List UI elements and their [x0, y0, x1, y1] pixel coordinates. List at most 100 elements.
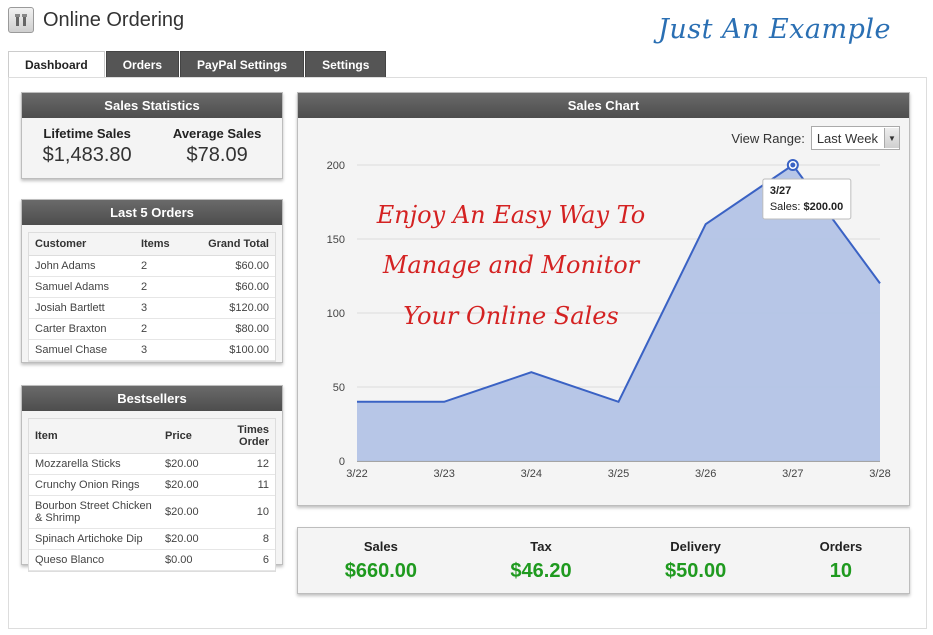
- table-row[interactable]: Queso Blanco $0.00 6: [29, 549, 275, 571]
- tooltip-value: Sales: $200.00: [770, 201, 843, 213]
- cell-item: Spinach Artichoke Dip: [29, 528, 159, 550]
- overlay-line: Manage and Monitor: [382, 251, 641, 279]
- y-tick-label: 50: [333, 382, 345, 394]
- table-row[interactable]: Josiah Bartlett 3 $120.00: [29, 297, 275, 319]
- sales-chart: 0 50 100 150 200 3/22 3/23 3/24 3/25 3/26 3/27 3/2…: [327, 159, 891, 480]
- cell-times: 11: [204, 474, 275, 496]
- y-tick-label: 100: [327, 308, 345, 320]
- cell-item: Bourbon Street Chicken & Shrimp: [29, 495, 159, 529]
- total-label: Delivery: [670, 539, 721, 554]
- table-row[interactable]: Carter Braxton 2 $80.00: [29, 318, 275, 340]
- x-tick-label: 3/22: [346, 468, 367, 480]
- table-row[interactable]: Spinach Artichoke Dip $20.00 8: [29, 528, 275, 550]
- x-tick-label: 3/23: [433, 468, 454, 480]
- total-value: $660.00: [344, 560, 417, 582]
- cell-customer: John Adams: [29, 255, 135, 277]
- table-row[interactable]: Bourbon Street Chicken & Shrimp $20.00 10: [29, 495, 275, 529]
- tab-settings[interactable]: Settings: [305, 51, 387, 79]
- table-row[interactable]: Samuel Adams 2 $60.00: [29, 276, 275, 298]
- cell-total: $100.00: [185, 339, 275, 361]
- cell-times: 12: [204, 453, 275, 475]
- cell-price: $20.00: [159, 528, 205, 550]
- cell-total: $60.00: [185, 276, 275, 298]
- cell-item: Queso Blanco: [29, 549, 159, 571]
- stat-value: $78.09: [186, 144, 248, 166]
- sales-total: Sales $660.00: [345, 539, 417, 583]
- total-label: Tax: [530, 539, 552, 554]
- page-title: Online Ordering: [43, 8, 185, 31]
- total-value: 10: [829, 560, 853, 582]
- x-tick-label: 3/25: [608, 468, 629, 480]
- delivery-total: Delivery $50.00: [665, 539, 726, 583]
- bestsellers-table: Item Price Times Order Mozzarella Sticks…: [29, 419, 275, 571]
- y-tick-label: 200: [327, 160, 345, 172]
- y-tick-label: 0: [339, 456, 345, 468]
- total-label: Orders: [819, 539, 863, 554]
- cell-price: $20.00: [159, 474, 205, 496]
- cell-customer: Samuel Chase: [29, 339, 135, 361]
- y-tick-label: 150: [327, 234, 345, 246]
- tab-bar: Dashboard Orders PayPal Settings Setting…: [8, 51, 387, 80]
- tooltip-amount: $200.00: [803, 201, 843, 213]
- table-row[interactable]: John Adams 2 $60.00: [29, 255, 275, 277]
- table-row[interactable]: Mozzarella Sticks $20.00 12: [29, 453, 275, 475]
- panel-title: Last 5 Orders: [22, 200, 282, 225]
- lifetime-sales-stat: Lifetime Sales $1,483.80: [43, 126, 132, 167]
- cell-items: 2: [134, 318, 186, 340]
- x-tick-label: 3/28: [869, 468, 890, 480]
- table-row[interactable]: Samuel Chase 3 $100.00: [29, 339, 275, 361]
- last-orders-panel: Last 5 Orders Customer Items Grand Total…: [21, 199, 283, 363]
- overlay-line: Your Online Sales: [403, 302, 618, 330]
- tooltip-date: 3/27: [770, 185, 791, 197]
- cell-times: 10: [204, 495, 275, 529]
- cell-total: $80.00: [185, 318, 275, 340]
- cell-times: 6: [204, 549, 275, 571]
- stat-label: Lifetime Sales: [43, 126, 131, 141]
- x-tick-label: 3/26: [695, 468, 716, 480]
- orders-table: Customer Items Grand Total John Adams 2 $6…: [29, 233, 275, 361]
- table-row[interactable]: Crunchy Onion Rings $20.00 11: [29, 474, 275, 496]
- overlay-line: Enjoy An Easy Way To: [376, 201, 645, 229]
- tab-paypal-settings[interactable]: PayPal Settings: [180, 51, 305, 79]
- tab-dashboard[interactable]: Dashboard: [8, 51, 105, 80]
- tools-icon: [8, 7, 34, 33]
- x-tick-label: 3/24: [521, 468, 542, 480]
- column-header: Items: [134, 233, 186, 256]
- total-value: $46.20: [510, 560, 572, 582]
- cell-price: $0.00: [159, 549, 205, 571]
- total-label: Sales: [363, 539, 398, 554]
- total-value: $50.00: [665, 560, 727, 582]
- x-tick-label: 3/27: [782, 468, 803, 480]
- tab-orders[interactable]: Orders: [105, 51, 180, 79]
- column-header: Item: [29, 419, 159, 454]
- orders-total: Orders 10: [820, 539, 863, 583]
- totals-panel: Sales $660.00 Tax $46.20 Delivery $50.00…: [297, 527, 910, 594]
- tagline: Just An Example: [658, 14, 892, 45]
- column-header: Customer: [29, 233, 135, 256]
- data-point-dot: [790, 162, 796, 168]
- cell-customer: Samuel Adams: [29, 276, 135, 298]
- column-header: Times Order: [204, 419, 275, 454]
- cell-times: 8: [204, 528, 275, 550]
- cell-price: $20.00: [159, 495, 205, 529]
- cell-item: Mozzarella Sticks: [29, 453, 159, 475]
- cell-items: 2: [134, 255, 186, 277]
- column-header: Price: [159, 419, 205, 454]
- sales-chart-panel: Sales Chart View Range: Last Week ▼ 0 50 1…: [297, 92, 910, 506]
- tax-total: Tax $46.20: [510, 539, 571, 583]
- cell-customer: Josiah Bartlett: [29, 297, 135, 319]
- panel-title: Bestsellers: [22, 386, 282, 411]
- panel-title: Sales Statistics: [22, 93, 282, 118]
- sales-statistics-panel: Sales Statistics Lifetime Sales $1,483.8…: [21, 92, 283, 179]
- stat-value: $1,483.80: [42, 144, 132, 166]
- average-sales-stat: Average Sales $78.09: [173, 126, 261, 167]
- tooltip-label: Sales:: [770, 201, 804, 213]
- cell-total: $120.00: [185, 297, 275, 319]
- column-header: Grand Total: [185, 233, 275, 256]
- bestsellers-panel: Bestsellers Item Price Times Order Mozza…: [21, 385, 283, 572]
- cell-items: 3: [134, 297, 186, 319]
- cell-total: $60.00: [185, 255, 275, 277]
- cell-items: 3: [134, 339, 186, 361]
- cell-customer: Carter Braxton: [29, 318, 135, 340]
- cell-item: Crunchy Onion Rings: [29, 474, 159, 496]
